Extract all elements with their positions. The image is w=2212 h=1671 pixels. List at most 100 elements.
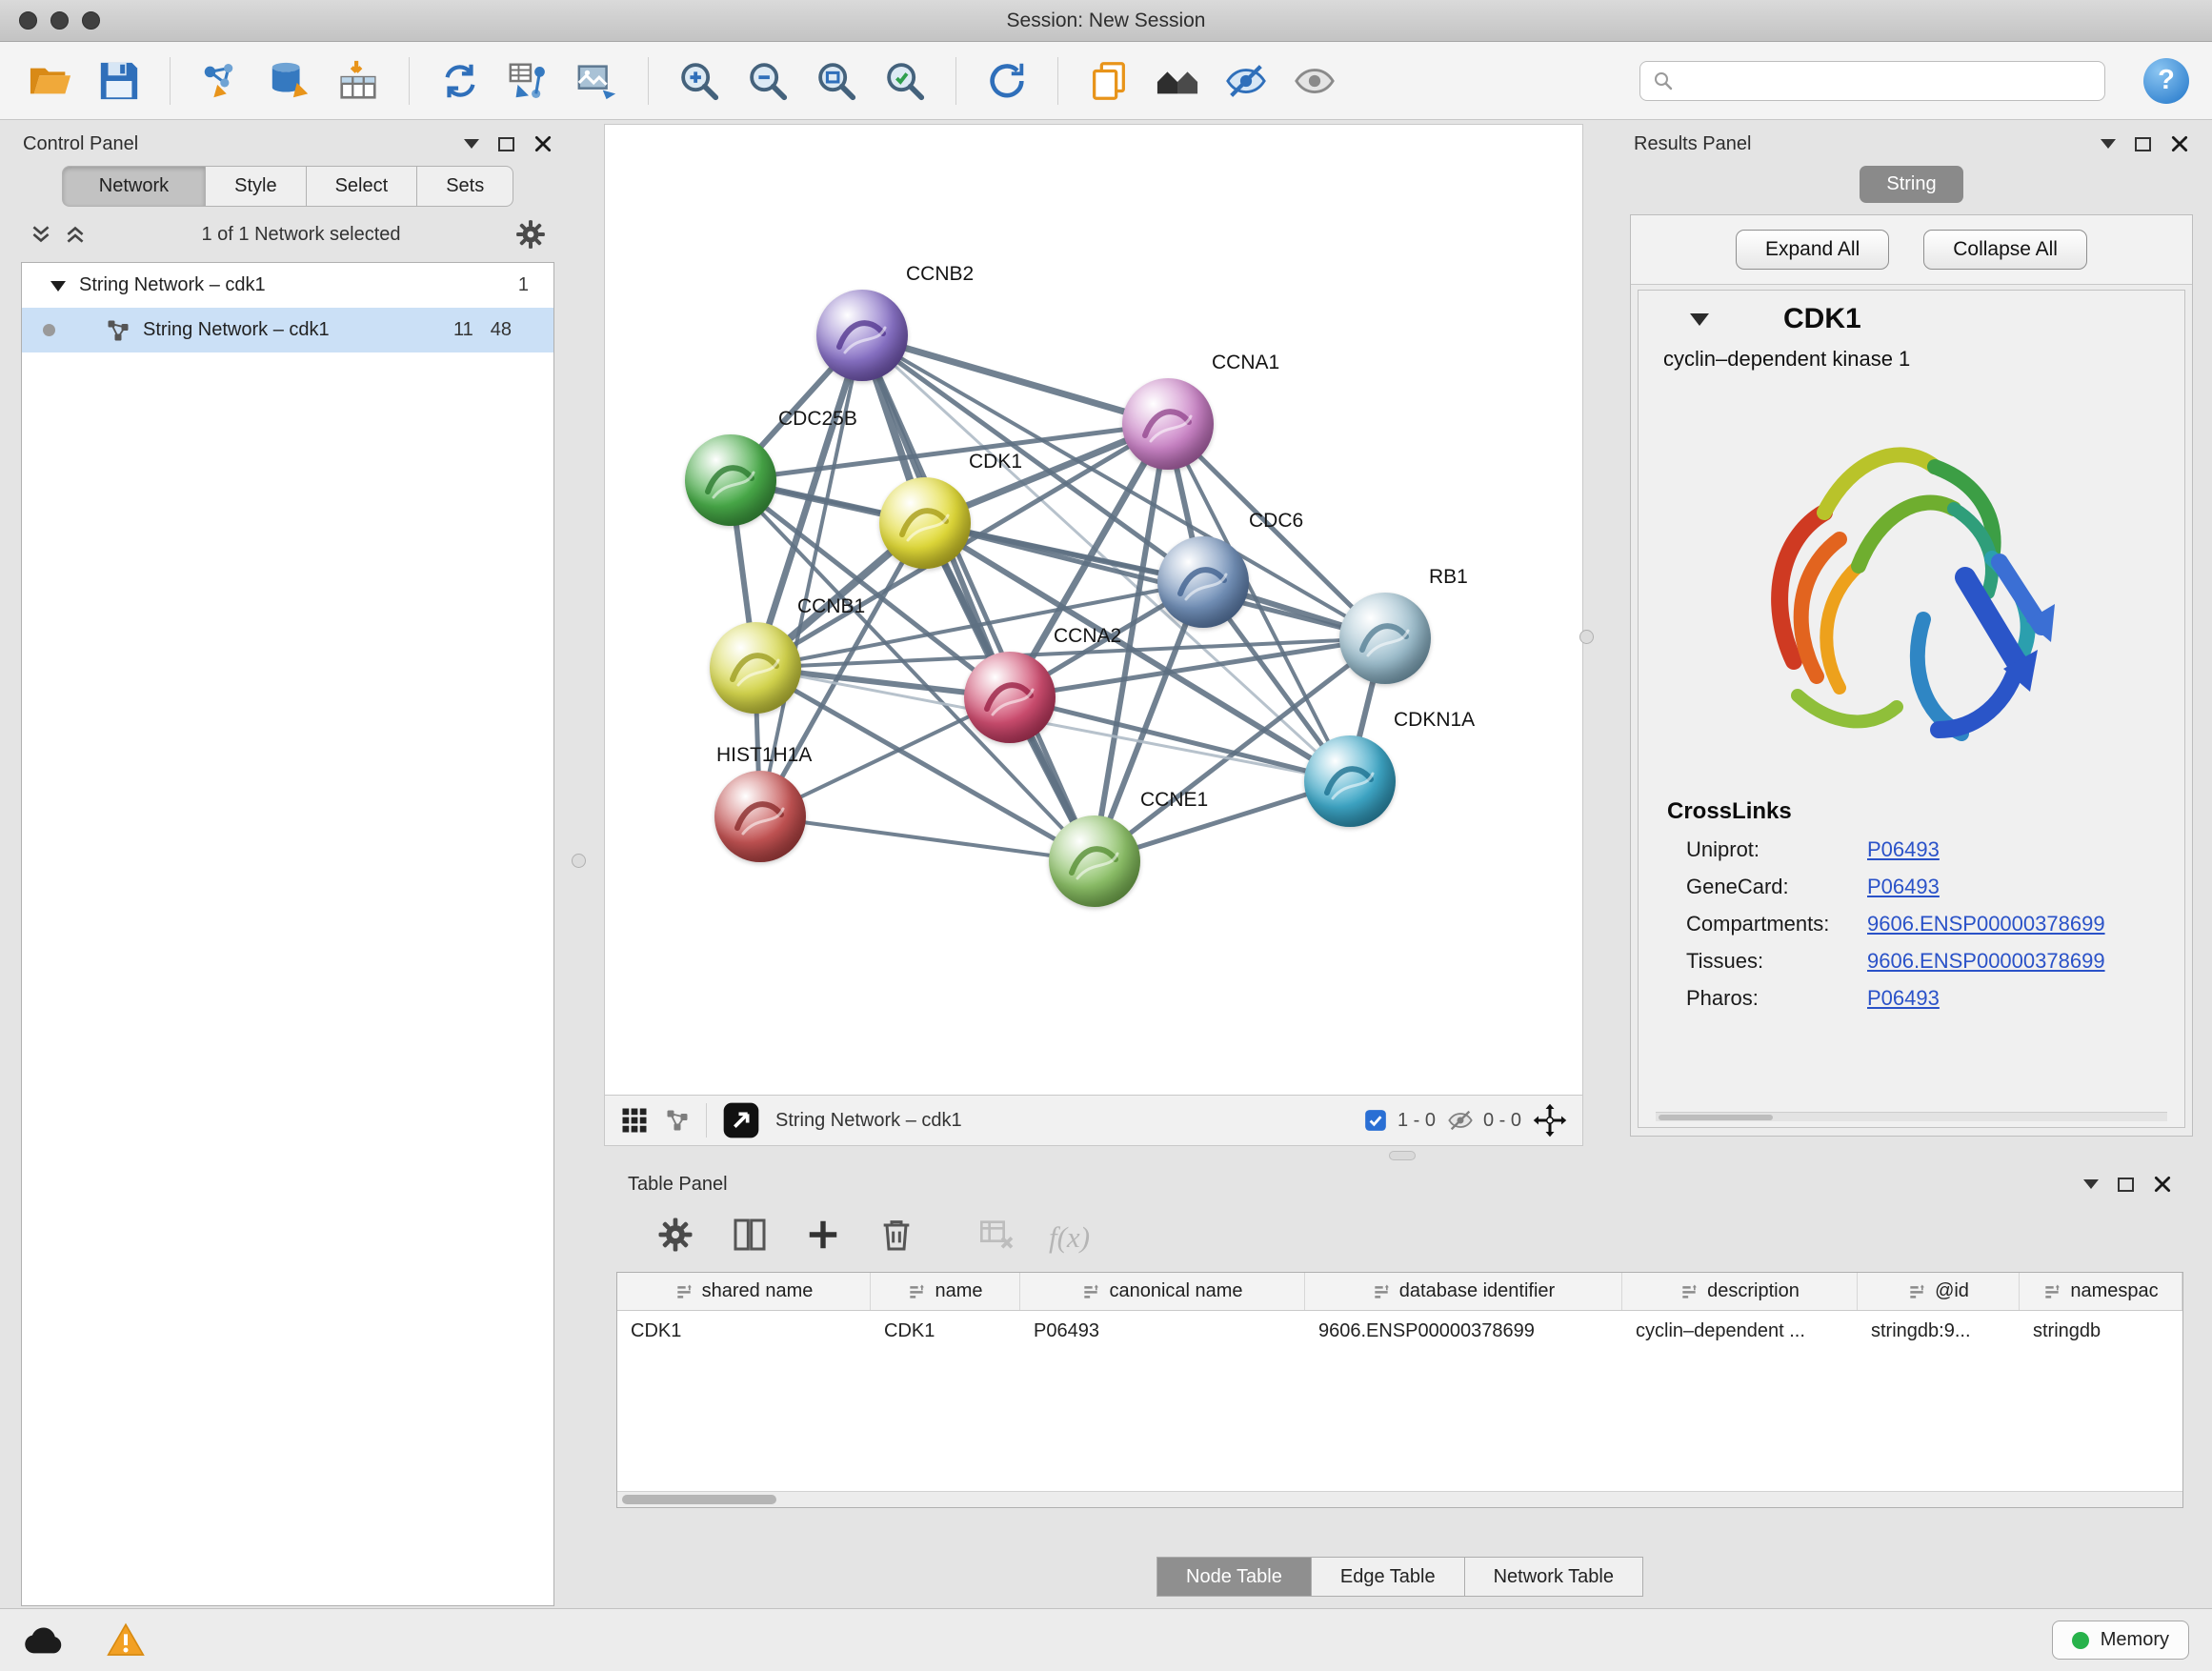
crosslink-link[interactable]: P06493 xyxy=(1867,875,1940,899)
network-from-table-button[interactable] xyxy=(501,53,556,109)
tab-network[interactable]: Network xyxy=(62,166,205,207)
column-header-name[interactable]: name xyxy=(871,1273,1020,1310)
results-tab-string[interactable]: String xyxy=(1860,166,1962,203)
delete-table-button[interactable] xyxy=(978,1216,1016,1258)
search-input[interactable] xyxy=(1684,70,2093,91)
overview-button[interactable] xyxy=(1150,53,1205,109)
warning-status-icon[interactable] xyxy=(107,1621,145,1660)
close-panel-icon[interactable] xyxy=(533,134,553,153)
collapse-panel-icon[interactable] xyxy=(464,139,479,156)
horizontal-splitter[interactable] xyxy=(604,1146,2201,1164)
left-splitter-handle[interactable] xyxy=(572,854,586,868)
network-node-CCNE1[interactable] xyxy=(1049,815,1140,907)
tab-style[interactable]: Style xyxy=(205,166,305,207)
delete-column-button[interactable] xyxy=(877,1216,915,1258)
table-options-button[interactable] xyxy=(656,1216,694,1258)
minimize-window-button[interactable] xyxy=(50,11,69,30)
open-session-button[interactable] xyxy=(23,53,78,109)
crosslink-link[interactable]: P06493 xyxy=(1867,837,1940,862)
close-panel-icon[interactable] xyxy=(2170,134,2189,153)
export-image-button[interactable] xyxy=(570,53,625,109)
close-window-button[interactable] xyxy=(19,11,37,30)
right-splitter-handle[interactable] xyxy=(1579,630,1594,644)
scrollbar-thumb[interactable] xyxy=(622,1495,776,1504)
network-collection-row[interactable]: String Network – cdk1 1 xyxy=(22,263,553,308)
help-button[interactable]: ? xyxy=(2143,58,2189,104)
cell-id[interactable]: stringdb:9... xyxy=(1858,1320,2020,1342)
table-horizontal-scrollbar[interactable] xyxy=(617,1491,2182,1507)
grid-view-button[interactable] xyxy=(620,1106,649,1135)
column-header-id[interactable]: @id xyxy=(1858,1273,2020,1310)
hidden-eye-slash-icon[interactable] xyxy=(1447,1107,1474,1134)
selected-checkbox-icon[interactable] xyxy=(1363,1108,1388,1133)
zoom-in-button[interactable] xyxy=(672,53,727,109)
import-network-from-database-button[interactable] xyxy=(262,53,317,109)
function-builder-button[interactable]: f(x) xyxy=(1049,1220,1090,1255)
network-node-CDC6[interactable] xyxy=(1157,536,1249,628)
maximize-window-button[interactable] xyxy=(82,11,100,30)
tab-sets[interactable]: Sets xyxy=(416,166,513,207)
crosslink-link[interactable]: 9606.ENSP00000378699 xyxy=(1867,912,2105,936)
copy-button[interactable] xyxy=(1081,53,1136,109)
splitter-grip[interactable] xyxy=(1389,1151,1416,1160)
float-panel-icon[interactable] xyxy=(2118,1178,2134,1192)
column-header-canonical-name[interactable]: canonical name xyxy=(1020,1273,1305,1310)
results-horizontal-scrollbar[interactable] xyxy=(1656,1112,2167,1121)
import-table-button[interactable] xyxy=(331,53,386,109)
collection-expand-caret-icon[interactable] xyxy=(50,281,66,299)
table-row[interactable]: CDK1 CDK1 P06493 9606.ENSP00000378699 cy… xyxy=(617,1311,2182,1351)
network-canvas[interactable]: CCNB2CCNA1CDC25BCDK1CDC6RB1CCNB1CCNA2CDK… xyxy=(604,124,1583,1095)
column-header-shared-name[interactable]: shared name xyxy=(617,1273,871,1310)
network-row-selected[interactable]: String Network – cdk1 11 48 xyxy=(22,308,553,352)
tab-network-table[interactable]: Network Table xyxy=(1465,1557,1643,1597)
crosslink-link[interactable]: P06493 xyxy=(1867,986,1940,1011)
network-node-CCNA2[interactable] xyxy=(964,652,1056,743)
collapse-all-button[interactable]: Collapse All xyxy=(1923,230,2087,270)
collapse-panel-icon[interactable] xyxy=(2083,1179,2099,1197)
cell-namespace[interactable]: stringdb xyxy=(2020,1320,2182,1342)
clone-network-button[interactable] xyxy=(432,53,488,109)
cloud-status-icon[interactable] xyxy=(23,1625,67,1656)
save-session-button[interactable] xyxy=(91,53,147,109)
float-panel-icon[interactable] xyxy=(2135,137,2151,151)
show-columns-button[interactable] xyxy=(731,1216,769,1258)
tab-edge-table[interactable]: Edge Table xyxy=(1312,1557,1465,1597)
collapse-panel-icon[interactable] xyxy=(2101,139,2116,156)
close-panel-icon[interactable] xyxy=(2153,1175,2172,1194)
network-node-CCNB2[interactable] xyxy=(816,290,908,381)
network-options-button[interactable] xyxy=(514,218,547,251)
network-node-CDC25B[interactable] xyxy=(685,434,776,526)
import-network-from-file-button[interactable] xyxy=(193,53,249,109)
cell-description[interactable]: cyclin–dependent ... xyxy=(1622,1320,1858,1342)
column-header-database-identifier[interactable]: database identifier xyxy=(1305,1273,1622,1310)
show-all-button[interactable] xyxy=(1287,53,1342,109)
tab-select[interactable]: Select xyxy=(306,166,417,207)
network-view-mode-button[interactable] xyxy=(664,1107,691,1134)
zoom-fit-button[interactable] xyxy=(809,53,864,109)
expand-all-networks-icon[interactable] xyxy=(29,222,53,247)
expand-all-button[interactable]: Expand All xyxy=(1736,230,1889,270)
memory-button[interactable]: Memory xyxy=(2052,1621,2189,1660)
protein-card-header[interactable]: CDK1 xyxy=(1656,302,2167,335)
network-node-CDKN1A[interactable] xyxy=(1304,735,1396,827)
network-node-HIST1H1A[interactable] xyxy=(714,771,806,862)
pan-crosshair-icon[interactable] xyxy=(1533,1103,1567,1137)
zoom-out-button[interactable] xyxy=(740,53,795,109)
network-node-CDK1[interactable] xyxy=(879,477,971,569)
birdseye-view-button[interactable] xyxy=(722,1101,760,1139)
network-node-CCNA1[interactable] xyxy=(1122,378,1214,470)
hide-selected-button[interactable] xyxy=(1218,53,1274,109)
crosslink-link[interactable]: 9606.ENSP00000378699 xyxy=(1867,949,2105,974)
float-panel-icon[interactable] xyxy=(498,137,514,151)
add-column-button[interactable] xyxy=(805,1217,841,1258)
tab-node-table[interactable]: Node Table xyxy=(1156,1557,1312,1597)
cell-database-identifier[interactable]: 9606.ENSP00000378699 xyxy=(1305,1320,1622,1342)
network-node-CCNB1[interactable] xyxy=(710,622,801,714)
zoom-selected-button[interactable] xyxy=(877,53,933,109)
cell-canonical-name[interactable]: P06493 xyxy=(1020,1320,1305,1342)
collapse-all-networks-icon[interactable] xyxy=(63,222,88,247)
cell-shared-name[interactable]: CDK1 xyxy=(617,1320,871,1342)
protein-expand-caret-icon[interactable] xyxy=(1690,313,1709,335)
cell-name[interactable]: CDK1 xyxy=(871,1320,1020,1342)
network-node-RB1[interactable] xyxy=(1339,593,1431,684)
